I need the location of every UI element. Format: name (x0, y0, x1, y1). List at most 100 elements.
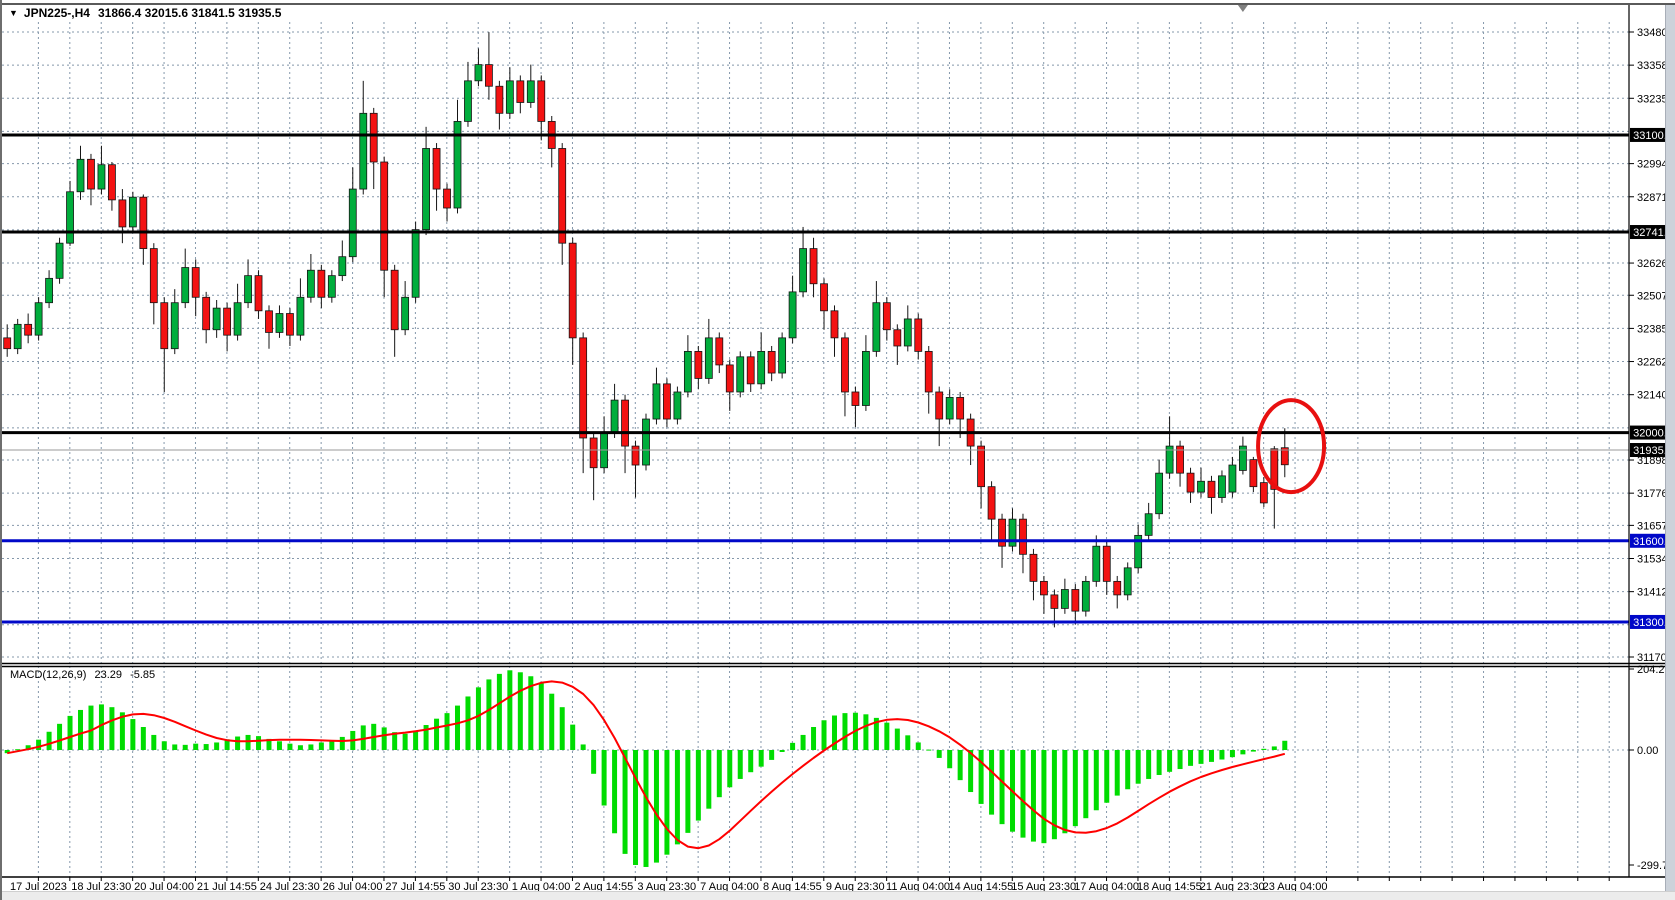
macd-histogram-bar (549, 694, 554, 750)
macd-histogram-bar (319, 742, 324, 750)
candle (423, 148, 430, 229)
macd-histogram-bar (109, 707, 114, 750)
macd-histogram-bar (1073, 750, 1078, 826)
candle (695, 351, 702, 378)
candle (485, 65, 492, 87)
candle (140, 197, 147, 248)
macd-histogram-bar (822, 720, 827, 750)
macd-histogram-bar (256, 736, 261, 750)
candle (779, 338, 786, 373)
candle (716, 338, 723, 365)
candle (580, 338, 587, 438)
candle (129, 197, 136, 227)
candle (517, 81, 524, 103)
chart-canvas[interactable]: 33480.533358.033235.532994.032871.532626… (2, 0, 1675, 900)
candle (831, 311, 838, 338)
macd-histogram-bar (476, 687, 481, 750)
candle (67, 192, 74, 243)
candle (674, 392, 681, 419)
candle (925, 351, 932, 392)
macd-histogram-bar (1062, 750, 1067, 833)
candle (286, 314, 293, 336)
macd-histogram-bar (842, 713, 847, 750)
macd-histogram-bar (1020, 750, 1025, 838)
candle (821, 284, 828, 311)
candle (904, 319, 911, 346)
macd-histogram-bar (685, 750, 690, 833)
candle (1250, 460, 1257, 487)
macd-histogram-bar (465, 696, 470, 750)
candle (768, 351, 775, 373)
macd-histogram-bar (57, 724, 62, 750)
macd-histogram-bar (1104, 750, 1109, 803)
macd-histogram-bar (277, 741, 282, 750)
candle (1051, 595, 1058, 609)
candle (360, 113, 367, 189)
macd-histogram-bar (926, 750, 931, 751)
macd-histogram-bar (979, 750, 984, 804)
candle (1218, 476, 1225, 498)
candle (957, 397, 964, 419)
macd-histogram-bar (780, 750, 785, 752)
candle (464, 81, 471, 122)
candle (35, 303, 42, 335)
candle (1019, 519, 1026, 554)
macd-histogram-bar (1261, 749, 1266, 750)
macd-histogram-bar (968, 750, 973, 792)
candle (182, 268, 189, 303)
macd-histogram-bar (434, 719, 439, 750)
macd-histogram-bar (748, 750, 753, 772)
candle (663, 384, 670, 419)
macd-histogram-bar (507, 670, 512, 750)
macd-histogram-bar (643, 750, 648, 867)
candle (611, 400, 618, 432)
candle (77, 159, 84, 191)
macd-name: MACD(12,26,9) (10, 669, 86, 681)
macd-histogram-bar (78, 710, 83, 750)
macd-histogram-bar (811, 727, 816, 750)
candle (590, 438, 597, 468)
candle (894, 330, 901, 346)
candle (391, 270, 398, 330)
symbol-dropdown-icon[interactable]: ▼ (9, 8, 18, 18)
window-right-edge (1665, 0, 1675, 900)
highlight-circle-annotation[interactable] (1258, 400, 1324, 492)
macd-histogram-bar (989, 750, 994, 815)
candle (150, 249, 157, 303)
candle (569, 243, 576, 338)
macd-histogram-bar (130, 719, 135, 750)
candle (915, 319, 922, 351)
macd-histogram-bar (560, 707, 565, 750)
candle (444, 189, 451, 208)
chart-shift-marker[interactable] (1238, 5, 1248, 12)
macd-histogram-bar (47, 732, 52, 750)
macd-histogram-bar (1199, 750, 1204, 764)
candle (1198, 481, 1205, 492)
candle (726, 365, 733, 392)
candle (737, 357, 744, 392)
candle (936, 392, 943, 419)
macd-histogram-bar (1157, 750, 1162, 775)
macd-histogram-bar (602, 750, 607, 806)
macd-histogram-bar (769, 750, 774, 760)
candle (213, 308, 220, 330)
candle (1145, 514, 1152, 536)
macd-histogram-bar (1167, 750, 1172, 772)
macd-histogram-bar (36, 740, 41, 750)
candle (328, 276, 335, 298)
macd-histogram-bar (308, 744, 313, 750)
candle (161, 303, 168, 349)
candle (789, 292, 796, 338)
candle (56, 243, 63, 278)
macd-histogram-bar (916, 742, 921, 750)
macd-histogram-bar (1083, 750, 1088, 818)
axes: 33480.533358.033235.532994.032871.532626… (2, 3, 1675, 893)
macd-histogram-bar (696, 750, 701, 821)
candle (234, 303, 241, 335)
candle (946, 397, 953, 419)
macd-histogram-bar (790, 743, 795, 750)
macd-histogram-bar (905, 735, 910, 750)
candle (1124, 568, 1131, 595)
candle (810, 249, 817, 284)
window-bottom-edge (2, 891, 1675, 900)
